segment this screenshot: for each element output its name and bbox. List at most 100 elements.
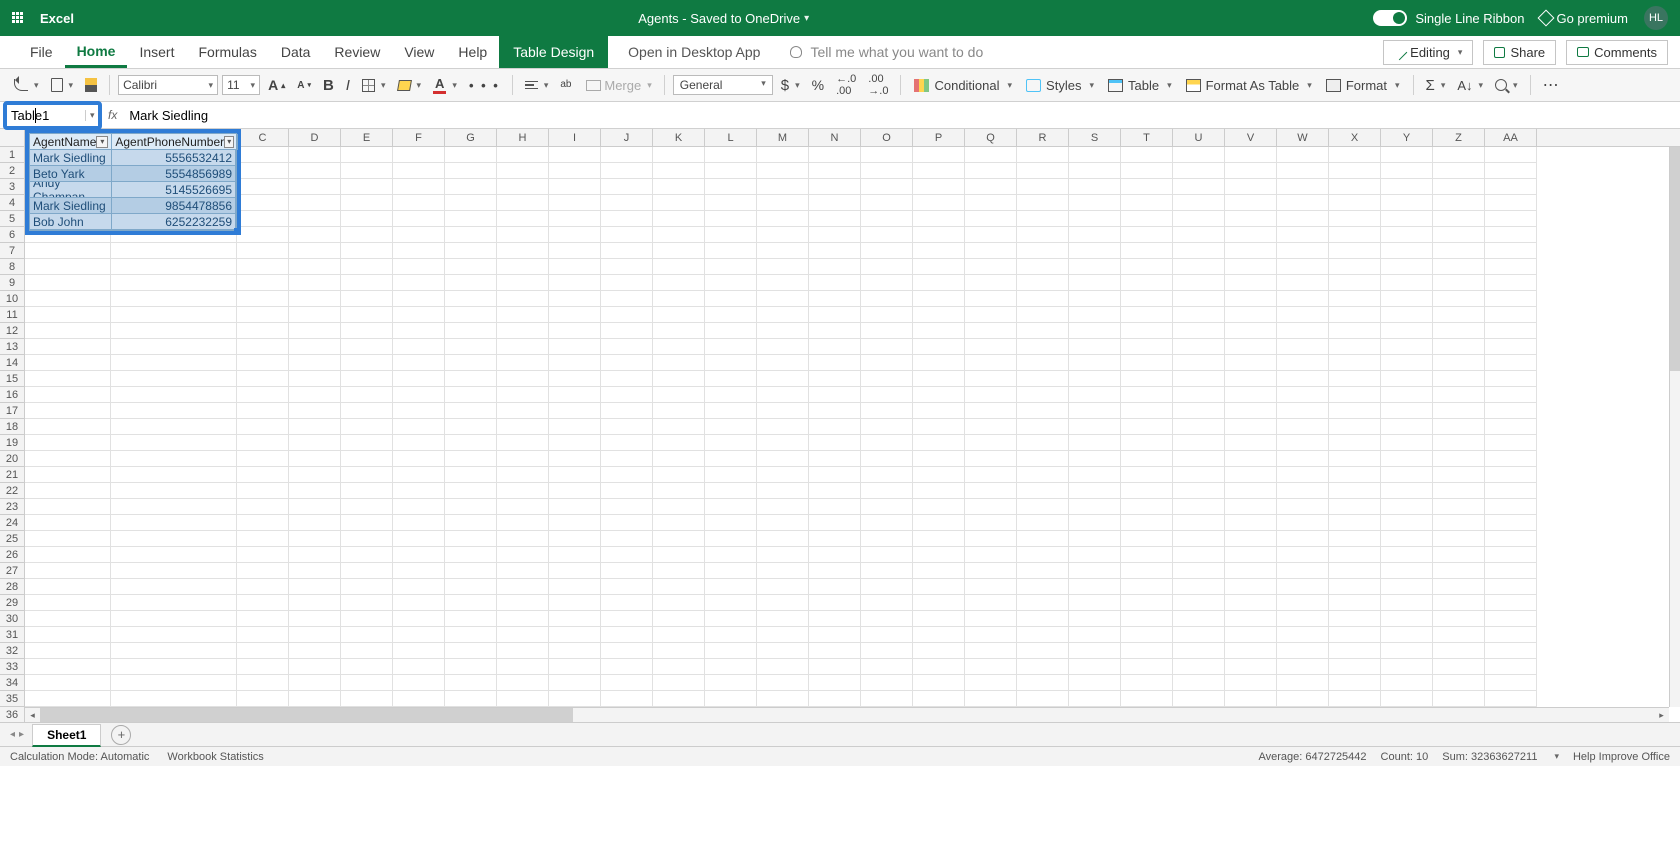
cell[interactable] xyxy=(809,467,861,483)
cell[interactable] xyxy=(1329,515,1381,531)
share-button[interactable]: Share xyxy=(1483,40,1556,65)
cell[interactable] xyxy=(1433,339,1485,355)
cell[interactable] xyxy=(809,531,861,547)
cell[interactable] xyxy=(965,339,1017,355)
cell[interactable] xyxy=(1121,371,1173,387)
cell[interactable] xyxy=(913,643,965,659)
cell[interactable] xyxy=(1173,611,1225,627)
cell[interactable] xyxy=(1277,339,1329,355)
cell[interactable] xyxy=(1069,195,1121,211)
cell[interactable] xyxy=(1225,611,1277,627)
cell[interactable] xyxy=(237,195,289,211)
cell[interactable] xyxy=(497,691,549,707)
cell[interactable] xyxy=(965,563,1017,579)
cell[interactable] xyxy=(861,275,913,291)
cell[interactable] xyxy=(445,595,497,611)
row-header[interactable]: 17 xyxy=(0,403,25,419)
cell[interactable] xyxy=(237,675,289,691)
cell[interactable] xyxy=(1381,371,1433,387)
cell[interactable] xyxy=(913,659,965,675)
cell[interactable] xyxy=(237,419,289,435)
cell[interactable] xyxy=(393,499,445,515)
name-box[interactable]: ▾ xyxy=(3,101,102,130)
cell[interactable] xyxy=(1121,227,1173,243)
row-header[interactable]: 6 xyxy=(0,227,25,243)
cell[interactable] xyxy=(705,259,757,275)
cell[interactable] xyxy=(1381,531,1433,547)
cell[interactable] xyxy=(497,275,549,291)
cell[interactable] xyxy=(601,163,653,179)
cell[interactable] xyxy=(809,547,861,563)
cell[interactable] xyxy=(1485,387,1537,403)
cell[interactable] xyxy=(1173,259,1225,275)
cell[interactable] xyxy=(111,451,237,467)
cell[interactable] xyxy=(1381,435,1433,451)
cell[interactable] xyxy=(237,355,289,371)
cell[interactable] xyxy=(1433,275,1485,291)
cell[interactable] xyxy=(1225,307,1277,323)
cell[interactable] xyxy=(1225,403,1277,419)
cell[interactable] xyxy=(445,307,497,323)
cell[interactable] xyxy=(341,163,393,179)
cell[interactable] xyxy=(757,435,809,451)
cell[interactable] xyxy=(25,595,111,611)
cell[interactable] xyxy=(497,323,549,339)
cell[interactable] xyxy=(1485,211,1537,227)
cell[interactable] xyxy=(1485,483,1537,499)
cell[interactable] xyxy=(111,291,237,307)
cell[interactable] xyxy=(237,467,289,483)
cell[interactable] xyxy=(809,211,861,227)
cell[interactable] xyxy=(25,419,111,435)
cell[interactable] xyxy=(757,627,809,643)
cell[interactable] xyxy=(601,611,653,627)
cell[interactable] xyxy=(705,147,757,163)
cell[interactable] xyxy=(757,531,809,547)
row-header[interactable]: 24 xyxy=(0,515,25,531)
cell[interactable] xyxy=(705,595,757,611)
cell[interactable] xyxy=(757,419,809,435)
cell[interactable] xyxy=(653,323,705,339)
cell[interactable] xyxy=(111,675,237,691)
cell[interactable] xyxy=(1225,675,1277,691)
horizontal-scrollbar[interactable]: ◂ ▸ xyxy=(25,707,1669,722)
cell[interactable] xyxy=(1173,467,1225,483)
cell[interactable] xyxy=(25,643,111,659)
cell[interactable] xyxy=(653,515,705,531)
cell[interactable] xyxy=(341,243,393,259)
cell[interactable] xyxy=(913,627,965,643)
row-header[interactable]: 10 xyxy=(0,291,25,307)
cell[interactable] xyxy=(913,467,965,483)
cell[interactable] xyxy=(237,291,289,307)
cell[interactable] xyxy=(341,467,393,483)
cell[interactable] xyxy=(111,419,237,435)
table-cell[interactable]: Beto Yark xyxy=(30,166,112,182)
cell[interactable] xyxy=(757,451,809,467)
cell[interactable] xyxy=(1381,675,1433,691)
cell[interactable] xyxy=(653,275,705,291)
cell[interactable] xyxy=(237,531,289,547)
cell[interactable] xyxy=(1173,291,1225,307)
decrease-font-button[interactable]: A▾ xyxy=(293,77,315,94)
cell[interactable] xyxy=(1277,147,1329,163)
cell[interactable] xyxy=(393,451,445,467)
cell[interactable] xyxy=(913,355,965,371)
cell[interactable] xyxy=(289,227,341,243)
cell[interactable] xyxy=(341,403,393,419)
cell[interactable] xyxy=(393,371,445,387)
cell[interactable] xyxy=(445,483,497,499)
cell[interactable] xyxy=(549,483,601,499)
row-header[interactable]: 29 xyxy=(0,595,25,611)
cell[interactable] xyxy=(861,307,913,323)
cell[interactable] xyxy=(913,179,965,195)
cell[interactable] xyxy=(341,195,393,211)
cell[interactable] xyxy=(1485,179,1537,195)
cell[interactable] xyxy=(653,419,705,435)
cell[interactable] xyxy=(861,547,913,563)
cell[interactable] xyxy=(861,659,913,675)
cell[interactable] xyxy=(1173,211,1225,227)
cell[interactable] xyxy=(809,451,861,467)
help-improve-link[interactable]: Help Improve Office xyxy=(1573,751,1670,763)
cell[interactable] xyxy=(1017,579,1069,595)
cell[interactable] xyxy=(549,275,601,291)
cell[interactable] xyxy=(809,595,861,611)
